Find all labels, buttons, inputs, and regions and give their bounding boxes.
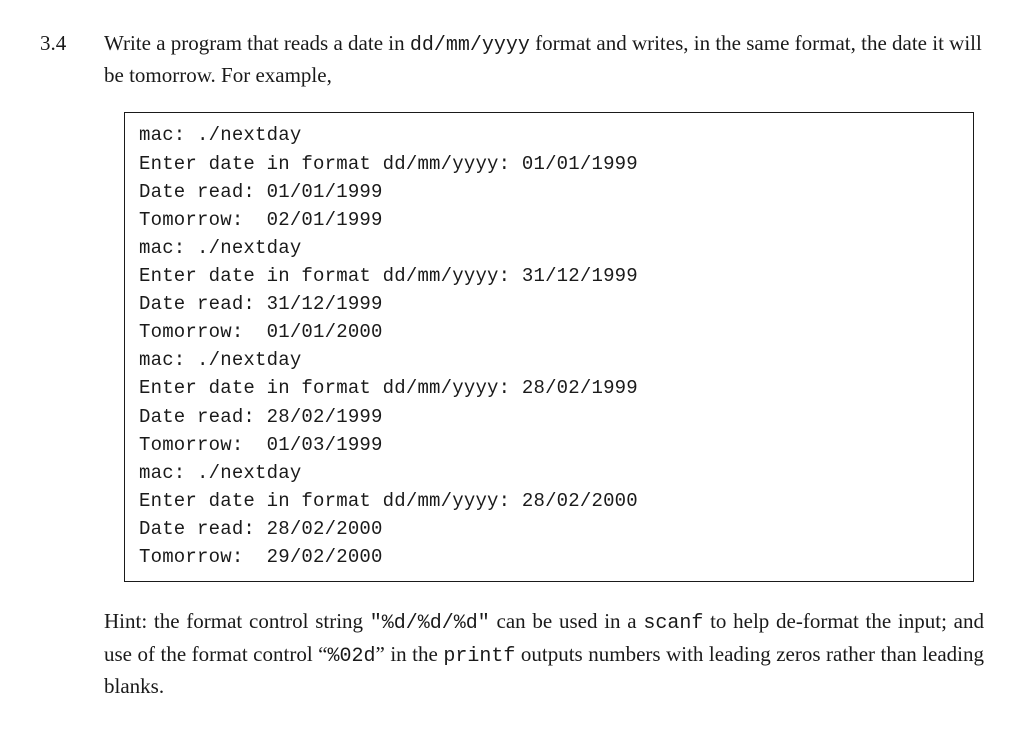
hint-text-part: can be used in a [490,609,644,633]
hint-paragraph: Hint: the format control string "%d/%d/%… [104,606,984,702]
inline-code-scanf-format: "%d/%d/%d" [370,612,490,635]
exercise-body: Write a program that reads a date in dd/… [104,28,984,702]
exercise-number: 3.4 [40,28,78,702]
inline-code-format: dd/mm/yyyy [410,34,530,57]
inline-code-printf-format: %02d [327,645,375,668]
inline-code-printf: printf [443,645,515,668]
hint-text-part: Hint: the format control string [104,609,370,633]
hint-text-part: ” in the [376,642,444,666]
problem-text-part: Write a program that reads a date in [104,31,410,55]
inline-code-scanf: scanf [643,612,703,635]
exercise-block: 3.4 Write a program that reads a date in… [40,28,984,702]
problem-statement: Write a program that reads a date in dd/… [104,28,984,90]
code-example-box: mac: ./nextday Enter date in format dd/m… [124,112,974,582]
